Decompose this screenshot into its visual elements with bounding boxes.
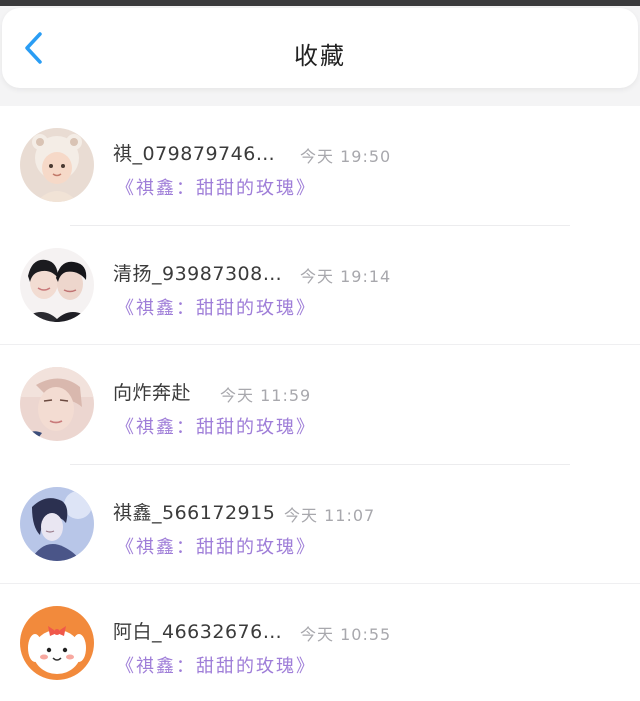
- list-item[interactable]: 祺鑫_566172915 今天 11:07 《祺鑫：甜甜的玫瑰》: [0, 465, 640, 584]
- avatar[interactable]: [20, 606, 94, 680]
- favorites-list: 祺_079879746… 今天 19:50 《祺鑫：甜甜的玫瑰》 清扬_9398…: [0, 106, 640, 701]
- username: 祺_079879746…: [113, 143, 276, 165]
- timestamp: 今天 11:07: [284, 505, 376, 525]
- song-title[interactable]: 《祺鑫：甜甜的玫瑰》: [116, 533, 316, 559]
- avatar[interactable]: [20, 367, 94, 441]
- song-title[interactable]: 《祺鑫：甜甜的玫瑰》: [116, 652, 316, 678]
- song-title[interactable]: 《祺鑫：甜甜的玫瑰》: [116, 413, 316, 439]
- avatar[interactable]: [20, 128, 94, 202]
- list-item[interactable]: 阿白_46632676… 今天 10:55 《祺鑫：甜甜的玫瑰》: [0, 584, 640, 701]
- status-bar: [0, 0, 640, 6]
- list-item[interactable]: 向炸奔赴 今天 11:59 《祺鑫：甜甜的玫瑰》: [0, 345, 640, 465]
- username: 向炸奔赴: [113, 382, 192, 404]
- header-bar: 收藏: [2, 8, 638, 88]
- timestamp: 今天 19:50: [300, 147, 392, 166]
- timestamp: 今天 19:14: [300, 266, 392, 286]
- song-title[interactable]: 《祺鑫：甜甜的玫瑰》: [116, 294, 316, 320]
- username: 清扬_93987308…: [113, 262, 283, 285]
- username: 祺鑫_566172915: [113, 501, 276, 524]
- username: 阿白_46632676…: [113, 621, 283, 643]
- timestamp: 今天 11:59: [220, 386, 312, 405]
- avatar[interactable]: [20, 486, 94, 561]
- timestamp: 今天 10:55: [300, 625, 392, 644]
- page-title: 收藏: [294, 42, 346, 70]
- list-item[interactable]: 清扬_93987308… 今天 19:14 《祺鑫：甜甜的玫瑰》: [0, 226, 640, 345]
- list-item[interactable]: 祺_079879746… 今天 19:50 《祺鑫：甜甜的玫瑰》: [0, 106, 640, 226]
- song-title[interactable]: 《祺鑫：甜甜的玫瑰》: [116, 174, 316, 200]
- avatar[interactable]: [20, 247, 94, 322]
